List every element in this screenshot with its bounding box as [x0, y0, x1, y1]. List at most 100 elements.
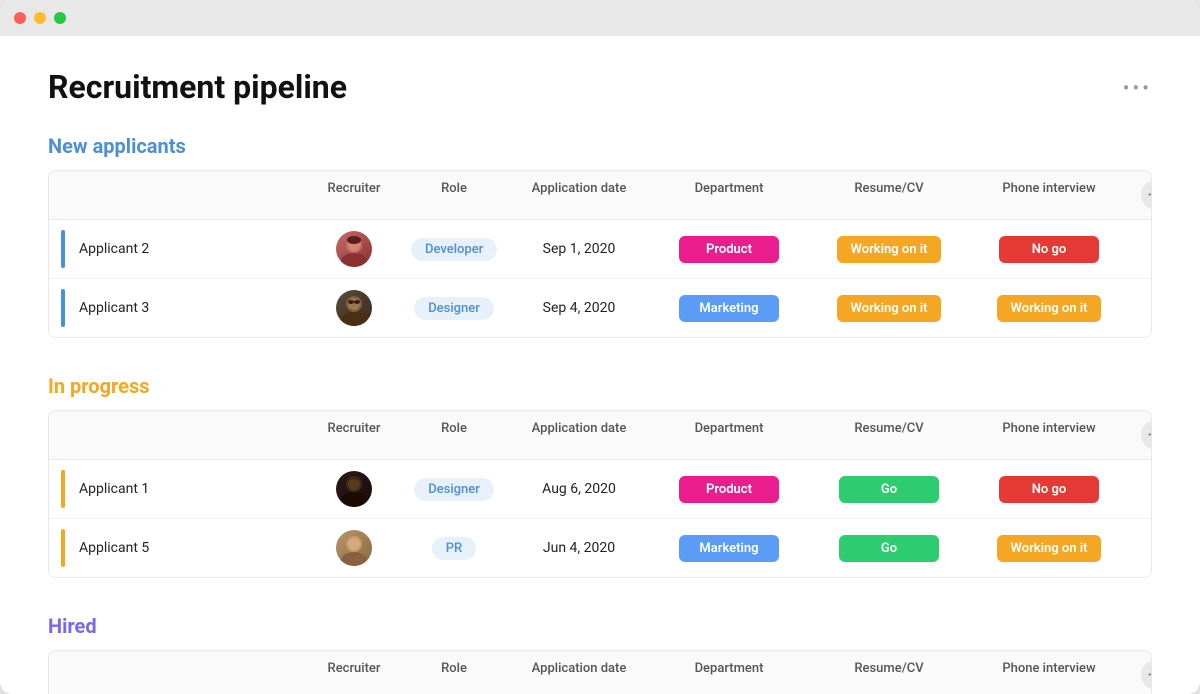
- td-name-1-0: Applicant 1: [49, 460, 309, 518]
- td-name-0-0: Applicant 2: [49, 220, 309, 278]
- row-border-1-1: [61, 529, 65, 567]
- th-dept-1: Department: [649, 411, 809, 459]
- avatar-1-0: [336, 471, 372, 507]
- avatar-0-0: [336, 231, 372, 267]
- th-phone-2: Phone interview: [969, 651, 1129, 694]
- td-resume-1-1: Go: [809, 525, 969, 572]
- avatar-1-1: [336, 530, 372, 566]
- applicant-name-1-0: Applicant 1: [79, 481, 149, 497]
- resume-badge-0-0[interactable]: Working on it: [837, 236, 942, 263]
- th-date-1: Application date: [509, 411, 649, 459]
- add-column-button-0[interactable]: +: [1141, 181, 1152, 209]
- th-dept-2: Department: [649, 651, 809, 694]
- td-resume-0-0: Working on it: [809, 226, 969, 273]
- td-phone-0-0: No go: [969, 226, 1129, 273]
- td-name-0-1: Applicant 3: [49, 279, 309, 337]
- dept-badge-1-0[interactable]: Product: [679, 476, 779, 503]
- table-row: Applicant 5 PR Jun 4, 2020 Marketing: [49, 519, 1151, 577]
- th-role-0: Role: [399, 171, 509, 219]
- table-header-in-progress: Recruiter Role Application date Departme…: [49, 411, 1151, 460]
- td-phone-0-1: Working on it: [969, 285, 1129, 332]
- close-dot[interactable]: [14, 12, 26, 24]
- applicant-name-1-1: Applicant 5: [79, 540, 149, 556]
- section-hired: Hired Recruiter Role Application date De…: [48, 614, 1152, 694]
- add-column-button-1[interactable]: +: [1141, 421, 1152, 449]
- th-role-2: Role: [399, 651, 509, 694]
- th-name-2: [49, 651, 309, 694]
- dept-badge-0-1[interactable]: Marketing: [679, 295, 779, 322]
- avatar-0-1: [336, 290, 372, 326]
- section-title-new-applicants: New applicants: [48, 134, 186, 158]
- phone-badge-1-0[interactable]: No go: [999, 476, 1099, 503]
- role-badge-0-1: Designer: [414, 297, 494, 320]
- td-resume-0-1: Working on it: [809, 285, 969, 332]
- app-window: Recruitment pipeline ••• New applicants …: [0, 0, 1200, 694]
- more-button[interactable]: •••: [1123, 76, 1152, 100]
- td-role-0-1[interactable]: Designer: [399, 287, 509, 330]
- dept-badge-0-0[interactable]: Product: [679, 236, 779, 263]
- th-recruiter-0: Recruiter: [309, 171, 399, 219]
- td-date-1-0: Aug 6, 2020: [509, 471, 649, 507]
- th-add-2: +: [1129, 651, 1152, 694]
- table-new-applicants: Recruiter Role Application date Departme…: [48, 170, 1152, 338]
- td-role-1-1[interactable]: PR: [399, 527, 509, 570]
- th-date-2: Application date: [509, 651, 649, 694]
- section-hired-header: Hired: [48, 614, 1152, 638]
- td-name-1-1: Applicant 5: [49, 519, 309, 577]
- th-add-0: +: [1129, 171, 1152, 219]
- add-column-button-2[interactable]: +: [1141, 661, 1152, 689]
- th-recruiter-1: Recruiter: [309, 411, 399, 459]
- td-dept-0-0: Product: [649, 226, 809, 273]
- phone-badge-0-1[interactable]: Working on it: [997, 295, 1102, 322]
- th-resume-0: Resume/CV: [809, 171, 969, 219]
- resume-badge-0-1[interactable]: Working on it: [837, 295, 942, 322]
- td-extra-0-1: [1129, 298, 1152, 318]
- phone-badge-0-0[interactable]: No go: [999, 236, 1099, 263]
- td-avatar-1-0: [309, 461, 399, 517]
- section-in-progress: In progress Recruiter Role Application d…: [48, 374, 1152, 578]
- titlebar: [0, 0, 1200, 36]
- th-recruiter-2: Recruiter: [309, 651, 399, 694]
- th-name-1: [49, 411, 309, 459]
- page-title: Recruitment pipeline: [48, 68, 347, 106]
- td-date-0-0: Sep 1, 2020: [509, 231, 649, 267]
- role-badge-0-0: Developer: [411, 238, 497, 261]
- td-avatar-0-1: [309, 280, 399, 336]
- td-extra-1-1: [1129, 538, 1152, 558]
- td-date-1-1: Jun 4, 2020: [509, 530, 649, 566]
- td-resume-1-0: Go: [809, 466, 969, 513]
- th-phone-0: Phone interview: [969, 171, 1129, 219]
- resume-badge-1-0[interactable]: Go: [839, 476, 939, 503]
- applicant-name-0-1: Applicant 3: [79, 300, 149, 316]
- section-in-progress-header: In progress: [48, 374, 1152, 398]
- main-content: Recruitment pipeline ••• New applicants …: [0, 36, 1200, 694]
- td-dept-1-0: Product: [649, 466, 809, 513]
- section-new-applicants: New applicants Recruiter Role Applicatio…: [48, 134, 1152, 338]
- phone-badge-1-1[interactable]: Working on it: [997, 535, 1102, 562]
- row-border-1-0: [61, 470, 65, 508]
- td-phone-1-0: No go: [969, 466, 1129, 513]
- td-dept-0-1: Marketing: [649, 285, 809, 332]
- role-badge-1-1: PR: [432, 537, 476, 560]
- th-add-1: +: [1129, 411, 1152, 459]
- dept-badge-1-1[interactable]: Marketing: [679, 535, 779, 562]
- table-row: Applicant 3 Designer Sep 4, 2020 Marketi…: [49, 279, 1151, 337]
- td-extra-1-0: [1129, 479, 1152, 499]
- resume-badge-1-1[interactable]: Go: [839, 535, 939, 562]
- td-dept-1-1: Marketing: [649, 525, 809, 572]
- td-extra-0-0: [1129, 239, 1152, 259]
- section-new-applicants-header: New applicants: [48, 134, 1152, 158]
- td-role-0-0[interactable]: Developer: [399, 228, 509, 271]
- minimize-dot[interactable]: [34, 12, 46, 24]
- table-header-hired: Recruiter Role Application date Departme…: [49, 651, 1151, 694]
- table-row: Applicant 1 Designer Aug 6, 2020 Product: [49, 460, 1151, 519]
- td-role-1-0[interactable]: Designer: [399, 468, 509, 511]
- maximize-dot[interactable]: [54, 12, 66, 24]
- table-header-new-applicants: Recruiter Role Application date Departme…: [49, 171, 1151, 220]
- row-border-0-1: [61, 289, 65, 327]
- td-avatar-0-0: [309, 221, 399, 277]
- td-avatar-1-1: [309, 520, 399, 576]
- th-name-0: [49, 171, 309, 219]
- table-hired: Recruiter Role Application date Departme…: [48, 650, 1152, 694]
- role-badge-1-0: Designer: [414, 478, 494, 501]
